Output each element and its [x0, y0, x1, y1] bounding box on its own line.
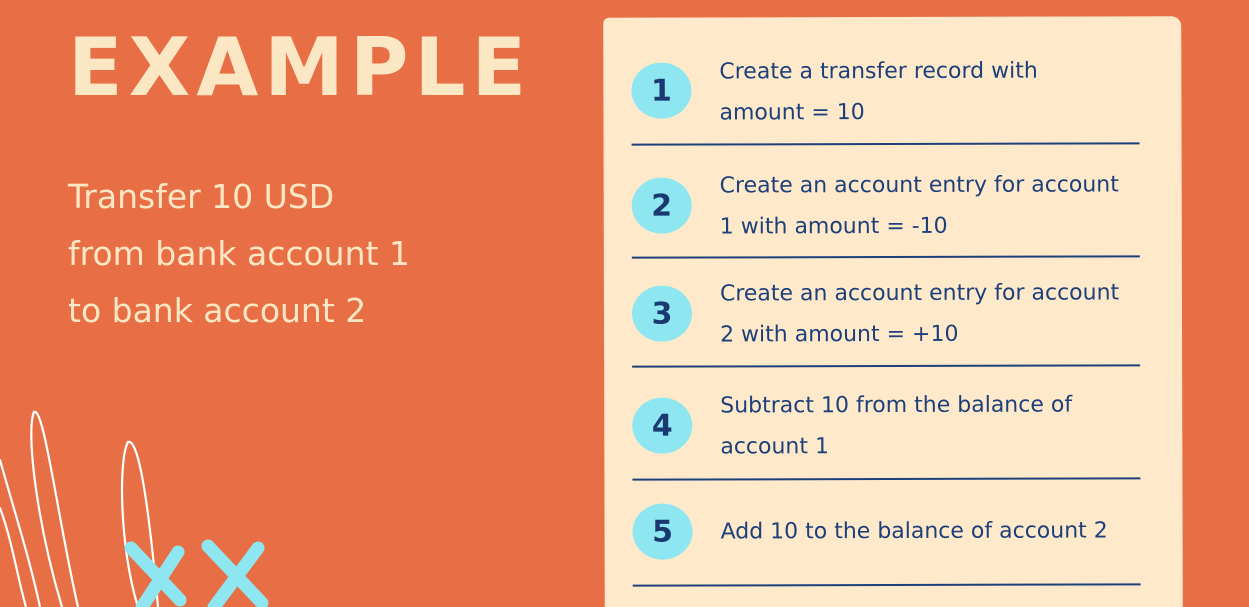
steps-card: 1 Create a transfer record with amount =… — [603, 16, 1183, 607]
step-1: 1 Create a transfer record with amount =… — [631, 16, 1140, 146]
doodle-decoration — [0, 410, 269, 607]
step-5: 5 Add 10 to the balance of account 2 — [632, 479, 1141, 587]
slide: EXAMPLE Transfer 10 USD from bank accoun… — [0, 0, 1249, 607]
step-4: 4 Subtract 10 from the balance of accoun… — [632, 366, 1141, 481]
step-4-text: Subtract 10 from the balance of account … — [720, 392, 1073, 460]
transfer-description: Transfer 10 USD from bank account 1 to b… — [68, 168, 538, 339]
step-2-badge: 2 — [631, 177, 692, 234]
white-loops-icon — [0, 410, 160, 607]
transfer-description-line-1: Transfer 10 USD — [68, 177, 335, 216]
step-1-text: Create a transfer record with amount = 1… — [719, 58, 1038, 126]
blue-x-marks-icon — [124, 539, 269, 607]
step-5-badge: 5 — [632, 503, 693, 560]
step-2-text: Create an account entry for account 1 wi… — [719, 172, 1119, 240]
step-3-text: Create an account entry for account 2 wi… — [719, 280, 1120, 348]
step-3: 3 Create an account entry for account 2 … — [631, 257, 1141, 368]
step-5-text: Add 10 to the balance of account 2 — [720, 518, 1108, 545]
step-1-badge: 1 — [631, 62, 692, 119]
slide-title: EXAMPLE — [68, 21, 533, 114]
transfer-description-line-3: to bank account 2 — [68, 291, 367, 330]
transfer-description-line-2: from bank account 1 — [68, 234, 410, 273]
step-2: 2 Create an account entry for account 1 … — [631, 144, 1140, 259]
step-4-badge: 4 — [632, 397, 693, 454]
step-3-badge: 3 — [631, 285, 693, 342]
